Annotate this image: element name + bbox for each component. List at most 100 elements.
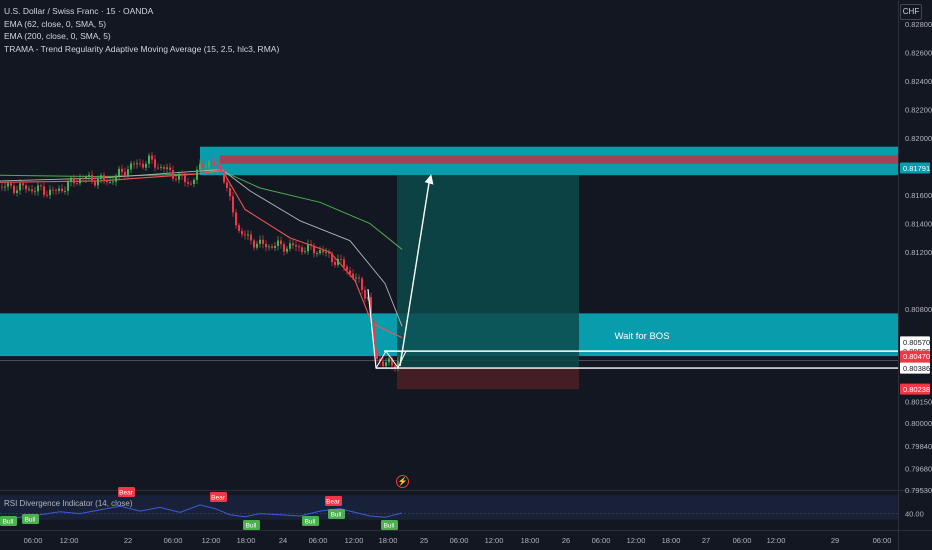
time-tick-label: 06:00: [309, 536, 328, 545]
time-tick-label: 12:00: [345, 536, 364, 545]
candle-body: [151, 155, 153, 160]
time-tick-label: 06:00: [873, 536, 892, 545]
rsi-level-label: 40.00: [905, 510, 924, 519]
price-tick-label: 0.81400: [905, 220, 932, 229]
candle-body: [364, 290, 366, 299]
candle-body: [178, 173, 180, 180]
currency-button[interactable]: CHF: [900, 4, 922, 20]
candle-body: [211, 161, 213, 163]
candle-body: [112, 181, 114, 183]
candle-body: [127, 169, 129, 176]
candle-body: [388, 358, 390, 363]
candle-body: [280, 240, 282, 245]
candle-body: [238, 225, 240, 232]
candle-body: [337, 258, 339, 265]
candle-body: [82, 178, 84, 180]
price-tick-label: 0.82000: [905, 134, 932, 143]
candle-body: [157, 167, 159, 169]
candle-body: [331, 253, 333, 262]
price-tick-label: 0.82200: [905, 106, 932, 115]
candle-body: [73, 177, 75, 184]
ema62-line: [0, 168, 403, 339]
time-tick-label: 18:00: [521, 536, 540, 545]
candle-body: [283, 244, 285, 252]
ema62-legend[interactable]: EMA (62, close, 0, SMA, 5): [4, 18, 279, 31]
candle-body: [346, 266, 348, 271]
candle-body: [10, 183, 12, 186]
candle-body: [181, 173, 183, 176]
candle-body: [268, 246, 270, 248]
candle-body: [46, 194, 48, 196]
candle-body: [52, 189, 54, 191]
candle-body: [265, 243, 267, 248]
candle-body: [307, 244, 309, 252]
ema200-legend[interactable]: EMA (200, close, 0, SMA, 5): [4, 30, 279, 43]
time-tick-label: 12:00: [767, 536, 786, 545]
candle-body: [301, 247, 303, 253]
candle-body: [43, 186, 45, 195]
candle-body: [193, 179, 195, 184]
candle-body: [166, 167, 168, 169]
candle-body: [361, 278, 363, 291]
candle-body: [217, 165, 219, 167]
rsi-signal-label: Bull: [305, 519, 316, 526]
time-tick-label: 26: [562, 536, 570, 545]
candle-body: [109, 181, 111, 183]
rsi-signal-label: Bear: [211, 495, 226, 502]
candle-body: [100, 175, 102, 179]
candle-body: [7, 183, 9, 187]
lightning-icon[interactable]: ⚡: [396, 475, 409, 488]
rsi-panel-title[interactable]: RSI Divergence Indicator (14, close): [4, 499, 133, 508]
candle-body: [16, 190, 18, 193]
candle-body: [22, 183, 24, 186]
candle-body: [223, 171, 225, 183]
candle-body: [316, 253, 318, 255]
candle-body: [304, 251, 306, 253]
candle-body: [313, 245, 315, 254]
chart-legend: U.S. Dollar / Swiss Franc · 15 · OANDA E…: [4, 5, 279, 55]
candle-body: [175, 178, 177, 180]
time-axis[interactable]: 06:00 12:00 22 06:00 12:00 18:00 24 06:00 12:00 1…: [24, 536, 892, 545]
trama-legend[interactable]: TRAMA - Trend Regularity Adaptive Moving…: [4, 43, 279, 56]
candle-body: [40, 185, 42, 187]
candle-body: [64, 190, 66, 192]
time-tick-label: 22: [124, 536, 132, 545]
candle-body: [154, 159, 156, 168]
candle-body: [160, 166, 162, 168]
candle-body: [229, 188, 231, 197]
candle-body: [256, 243, 258, 248]
rsi-panel: 40.00 Bull Bull Bear Bear Bull Bull Bull Bear Bul…: [0, 487, 924, 530]
candle-body: [169, 167, 171, 170]
time-tick-label: 06:00: [450, 536, 469, 545]
candle-body: [115, 176, 117, 182]
candle-body: [34, 191, 36, 193]
candle-body: [130, 163, 132, 170]
candle-body: [286, 248, 288, 252]
candle-body: [250, 234, 252, 241]
candle-body: [355, 277, 357, 279]
candle-body: [340, 258, 342, 260]
candle-body: [124, 171, 126, 176]
candle-body: [208, 161, 210, 167]
candle-body: [139, 163, 141, 165]
candle-body: [385, 362, 387, 367]
candle-body: [94, 181, 96, 186]
time-tick-label: 24: [279, 536, 287, 545]
candle-body: [25, 185, 27, 190]
price-tick-label: 0.81600: [905, 191, 932, 200]
candle-body: [262, 239, 264, 244]
time-tick-label: 25: [420, 536, 428, 545]
candle-body: [61, 188, 63, 192]
candle-body: [259, 239, 261, 244]
candle-body: [247, 234, 249, 236]
ema200-line: [0, 169, 403, 327]
candle-body: [205, 166, 207, 168]
time-tick-label: 12:00: [627, 536, 646, 545]
time-tick-label: 06:00: [592, 536, 611, 545]
symbol-title[interactable]: U.S. Dollar / Swiss Franc · 15 · OANDA: [4, 5, 279, 18]
chart-canvas[interactable]: Wait for BOS 0.82800 0.82600 0.82400 0.8220…: [0, 0, 932, 550]
stop-loss-zone: [397, 368, 579, 390]
candle-body: [19, 183, 21, 191]
time-tick-label: 12:00: [202, 536, 221, 545]
candle-body: [214, 161, 216, 166]
